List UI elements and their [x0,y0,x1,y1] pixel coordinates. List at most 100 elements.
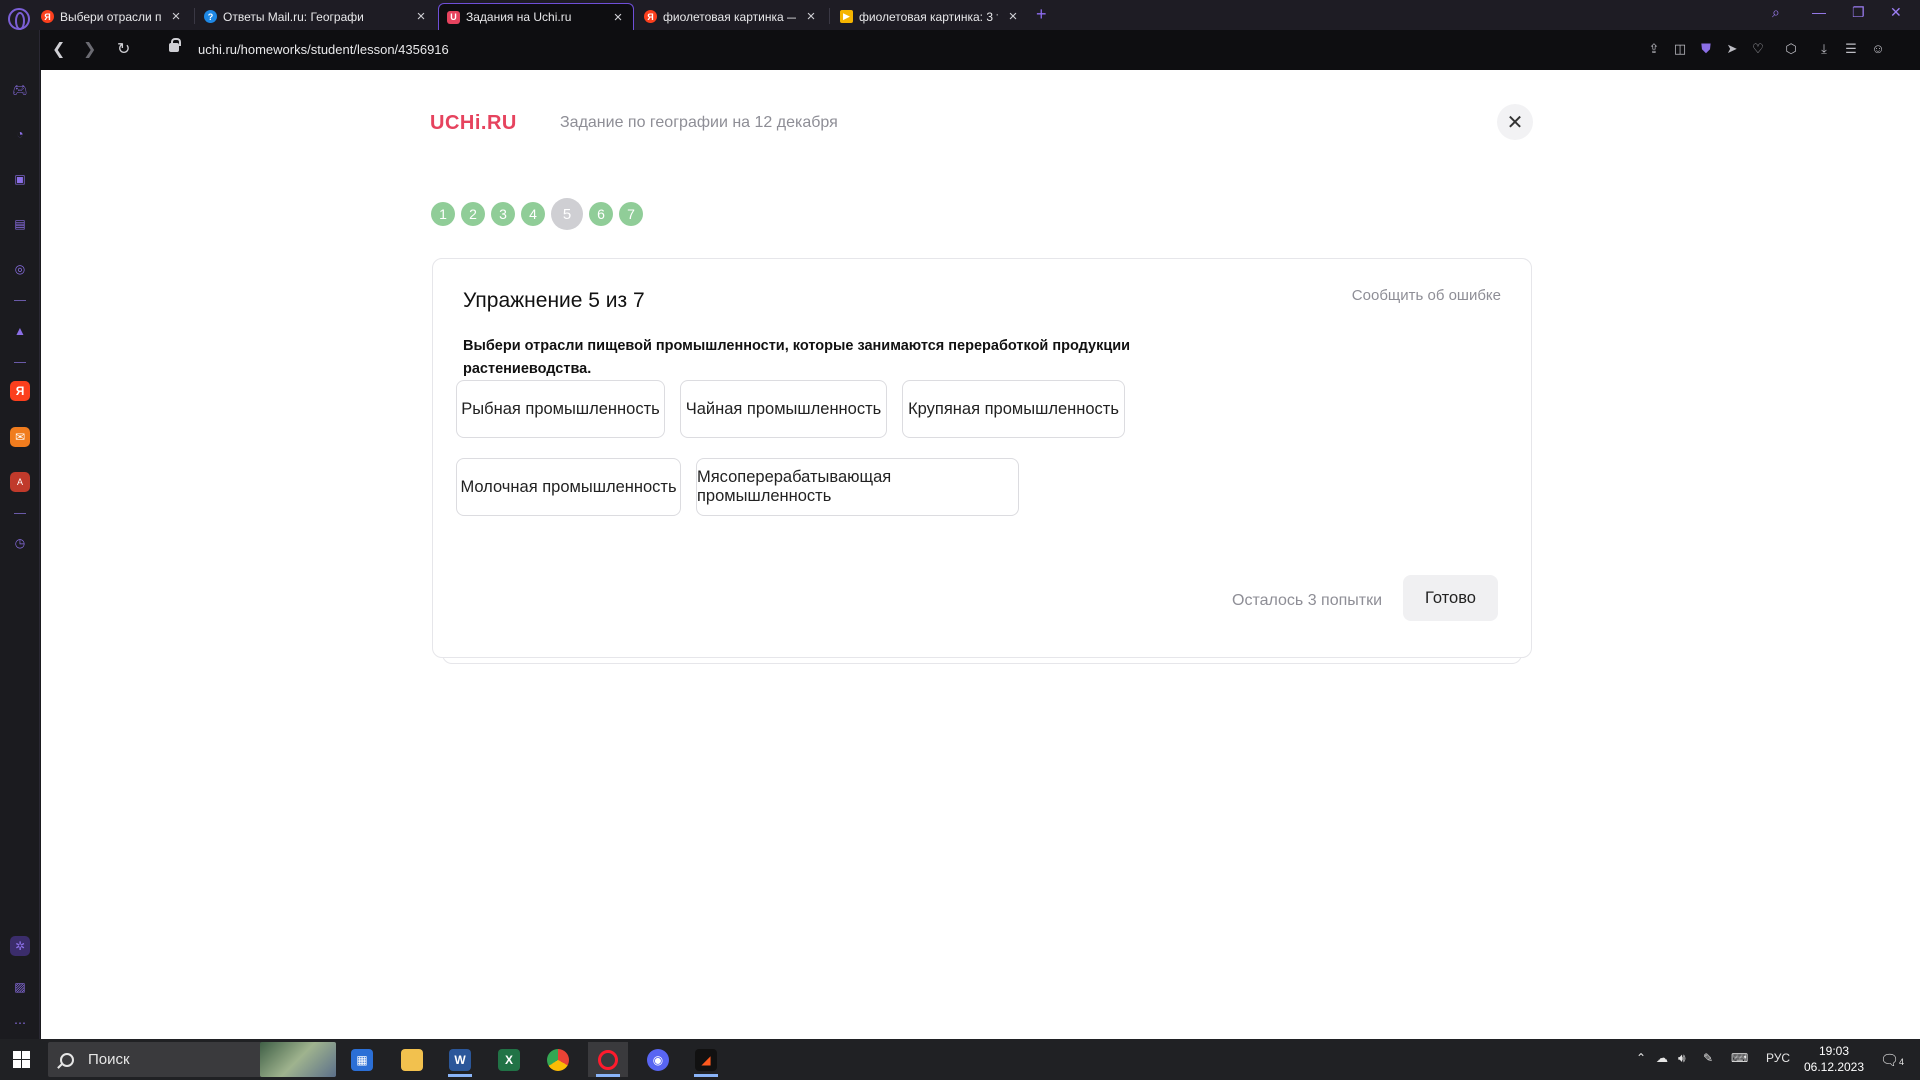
windows-start-icon[interactable] [13,1051,30,1068]
shopping-bag-icon[interactable]: ▣ [10,169,30,189]
option-grain-industry[interactable]: Крупяная промышленность [902,380,1125,438]
tab-mail-answers[interactable]: ? Ответы Mail.ru: Географи × [196,3,436,30]
exercise-card: Упражнение 5 из 7 Сообщить об ошибке Выб… [432,258,1532,658]
tab-yandex-search[interactable]: Я Выбери отрасли пищевой × [33,3,191,30]
profile-icon[interactable]: ☺ [1870,41,1886,57]
close-lesson-button[interactable]: ✕ [1497,104,1533,140]
option-fish-industry[interactable]: Рыбная промышленность [456,380,665,438]
tab-separator [194,8,195,24]
close-tab-icon[interactable]: × [1006,8,1020,25]
yandex-icon: Я [644,10,657,23]
tab-yandex-purple[interactable]: Я фиолетовая картинка — Я × [636,3,826,30]
translator-icon[interactable]: A [10,472,30,492]
tab-separator [829,8,830,24]
taskbar-excel[interactable]: X [489,1042,529,1077]
step-6[interactable]: 6 [589,202,613,226]
more-options-icon[interactable]: ⋯ [10,1013,30,1033]
instagram-icon[interactable]: ◎ [10,259,30,279]
address-bar: ❮ ❯ ↻ uchi.ru/homeworks/student/lesson/4… [40,30,1920,70]
search-highlight-image[interactable] [260,1042,336,1077]
url-field[interactable]: uchi.ru/homeworks/student/lesson/4356916 [198,42,449,57]
exercise-title: Упражнение 5 из 7 [463,289,645,312]
taskbar-chrome[interactable] [538,1042,578,1077]
chrome-icon [547,1048,569,1071]
vpn-shield-icon[interactable]: ⛊ [1698,41,1714,57]
close-tab-icon[interactable]: × [611,9,625,26]
extensions-cube-icon[interactable]: ⬡ [1783,41,1799,57]
easy-setup-icon[interactable]: ☰ [1843,41,1859,57]
tab-yandex-images[interactable]: ▶ фиолетовая картинка: 3 ты × [832,3,1028,30]
heart-icon[interactable]: ♡ [1750,41,1766,57]
keyboard-icon[interactable]: ⌨ [1731,1051,1748,1065]
tab-title: фиолетовая картинка — Я [663,9,796,24]
report-error-link[interactable]: Сообщить об ошибке [1352,287,1501,304]
opera-menu-icon[interactable] [8,8,30,30]
yandex-sidebar-icon[interactable]: Я [10,381,30,401]
minimize-icon[interactable]: — [1812,4,1826,20]
tray-overflow-icon[interactable]: ⌃ [1636,1051,1646,1065]
pinboard-icon[interactable]: ✲ [10,936,30,956]
done-button[interactable]: Готово [1403,575,1498,621]
step-4[interactable]: 4 [521,202,545,226]
step-1[interactable]: 1 [431,202,455,226]
reload-icon[interactable]: ↻ [117,39,130,59]
tab-bar: Я Выбери отрасли пищевой × ? Ответы Mail… [0,0,1920,30]
taskbar-app[interactable]: ◢ [686,1042,726,1077]
taskbar-word[interactable]: W [440,1042,480,1077]
sidebar-divider [14,300,26,301]
download-icon[interactable]: ⤓ [1816,41,1832,57]
word-icon: W [449,1048,471,1071]
back-icon[interactable]: ❮ [52,39,65,59]
folder-icon [401,1048,423,1071]
option-dairy-industry[interactable]: Молочная промышленность [456,458,681,516]
step-3[interactable]: 3 [491,202,515,226]
wallpaper-icon[interactable]: ▨ [10,977,30,997]
excel-icon: X [498,1048,520,1071]
lock-icon [169,38,181,52]
forward-icon[interactable]: ❯ [83,39,96,59]
onedrive-icon[interactable]: ☁ [1656,1051,1668,1065]
close-window-icon[interactable]: ✕ [1890,4,1902,21]
uchi-logo[interactable]: UCHi.RU [430,112,517,135]
close-tab-icon[interactable]: × [169,8,183,25]
search-tabs-icon[interactable]: ⌕ [1772,4,1780,21]
opera-icon [598,1049,618,1070]
uchi-icon: U [447,10,460,24]
snapshot-icon[interactable]: ◫ [1672,41,1688,57]
notification-center-icon[interactable]: 🗨︎4 [1880,1051,1904,1069]
mail-sidebar-icon[interactable]: ✉ [10,427,30,447]
step-5-current[interactable]: 5 [551,198,583,230]
step-7[interactable]: 7 [619,202,643,226]
taskbar-discord[interactable]: ◉ [638,1042,678,1077]
option-tea-industry[interactable]: Чайная промышленность [680,380,887,438]
mail-answers-icon: ? [204,10,217,23]
tab-uchi-active[interactable]: U Задания на Uchi.ru × [438,3,634,30]
speed-dial-icon[interactable]: ◔ [10,124,30,144]
option-meat-industry[interactable]: Мясоперерабатывающая промышленность [696,458,1019,516]
sidebar-divider [14,513,26,514]
volume-icon[interactable]: 🔊︎ [1678,1051,1686,1066]
aria-icon[interactable]: ▲ [10,321,30,341]
discord-icon: ◉ [647,1048,669,1071]
restore-icon[interactable]: ❐ [1852,4,1865,21]
close-tab-icon[interactable]: × [804,8,818,25]
attempts-left: Осталось 3 попытки [1232,592,1383,609]
taskbar-explorer[interactable] [392,1042,432,1077]
system-clock[interactable]: 19:03 06.12.2023 [1802,1043,1866,1075]
taskbar-store[interactable]: ▦ [342,1042,382,1077]
taskbar-opera[interactable] [588,1042,628,1077]
step-2[interactable]: 2 [461,202,485,226]
clock-time: 19:03 [1818,1044,1850,1058]
pen-icon[interactable]: ✎ [1703,1051,1713,1065]
close-tab-icon[interactable]: × [414,8,428,25]
store-icon: ▦ [351,1048,373,1071]
new-tab-icon[interactable]: + [1036,4,1047,25]
gamepad-icon[interactable]: 🎮︎ [10,80,30,100]
twitch-icon[interactable]: ▤ [10,214,30,234]
share-icon[interactable]: ⇪ [1646,41,1662,57]
exercise-stepper: 1 2 3 4 5 6 7 [431,198,643,230]
tab-title: Выбери отрасли пищевой [60,9,161,24]
history-clock-icon[interactable]: ◷ [10,533,30,553]
language-indicator[interactable]: РУС [1766,1051,1790,1065]
send-icon[interactable]: ➤ [1724,41,1740,57]
